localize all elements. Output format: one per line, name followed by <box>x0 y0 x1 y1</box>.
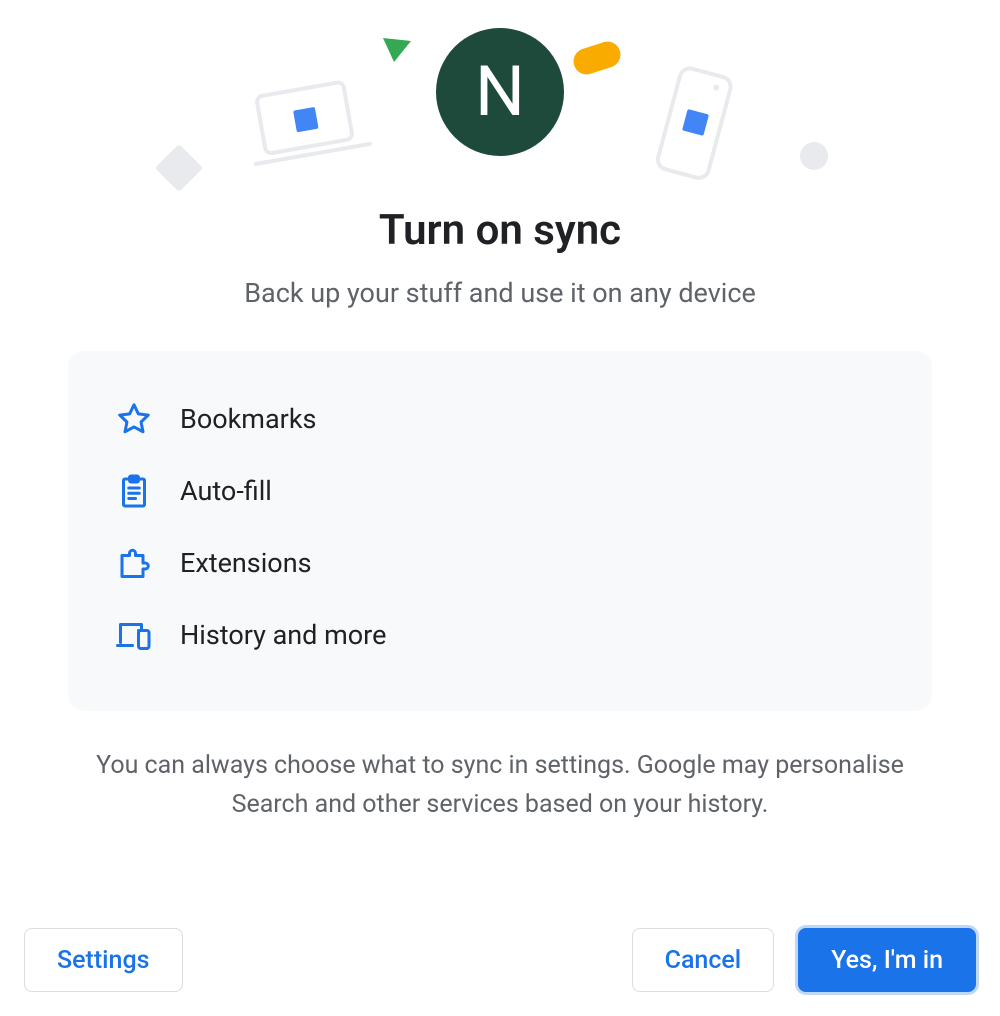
decor-phone-icon <box>653 63 733 193</box>
sync-item-label: Auto-fill <box>180 475 272 507</box>
decor-diamond-icon <box>155 144 203 192</box>
decor-dot-icon <box>800 142 828 170</box>
hero-illustration: N <box>0 0 1000 180</box>
sync-item-label: History and more <box>180 619 386 651</box>
sync-item-extensions: Extensions <box>116 527 884 599</box>
confirm-button[interactable]: Yes, I'm in <box>798 928 976 992</box>
star-icon <box>116 401 152 437</box>
sync-item-bookmarks: Bookmarks <box>116 383 884 455</box>
disclaimer-text: You can always choose what to sync in se… <box>72 747 928 825</box>
avatar: N <box>436 28 564 156</box>
sync-item-label: Bookmarks <box>180 403 316 435</box>
decor-laptop-icon <box>240 76 380 176</box>
puzzle-icon <box>116 545 152 581</box>
avatar-initial: N <box>475 57 525 127</box>
clipboard-icon <box>116 473 152 509</box>
devices-icon <box>116 617 152 653</box>
sync-item-autofill: Auto-fill <box>116 455 884 527</box>
page-title: Turn on sync <box>0 206 1000 255</box>
dialog-footer: Settings Cancel Yes, I'm in <box>24 928 976 992</box>
decor-pill-icon <box>570 38 624 78</box>
sync-items-card: Bookmarks Auto-fill Extensions <box>68 351 932 711</box>
decor-triangle-icon <box>380 35 414 65</box>
page-subtitle: Back up your stuff and use it on any dev… <box>0 277 1000 309</box>
settings-button[interactable]: Settings <box>24 928 183 992</box>
cancel-button[interactable]: Cancel <box>632 928 775 992</box>
sync-item-label: Extensions <box>180 547 312 579</box>
sync-item-history: History and more <box>116 599 884 671</box>
